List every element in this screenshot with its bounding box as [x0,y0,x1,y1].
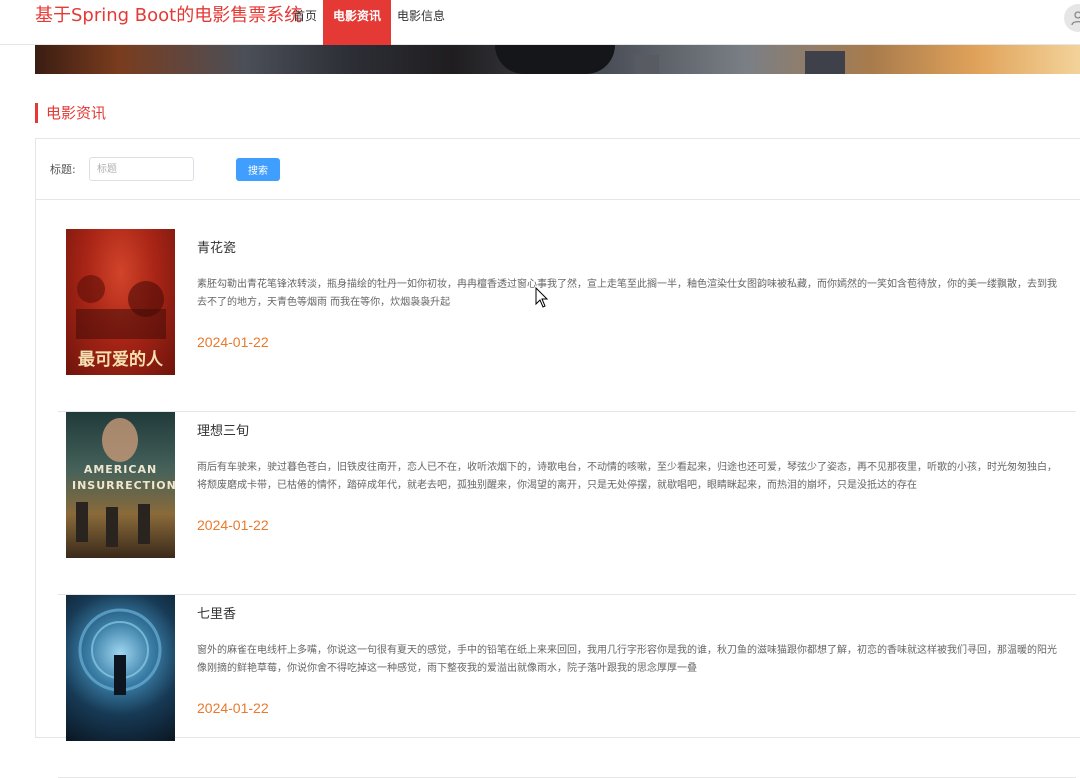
search-label: 标题: [50,163,76,176]
user-icon [1071,11,1080,26]
user-avatar[interactable] [1064,4,1080,32]
news-description: 雨后有车驶来，驶过暮色苍白，旧铁皮往南开，恋人已不在，收听浓烟下的，诗歌电台，不… [197,462,1057,491]
poster-title-text: 最可爱的人 [78,350,163,370]
main-nav: 首页 电影资讯 电影信息 [287,0,451,45]
news-title[interactable]: 青花瓷 [197,237,236,256]
poster-title-text: AMERICAN INSURRECTION [72,463,175,492]
nav-home[interactable]: 首页 [287,0,323,45]
section-title: 电影资讯 [35,103,106,123]
news-title[interactable]: 理想三旬 [197,420,249,439]
mouse-cursor-icon [535,287,549,308]
banner-image [35,45,1080,74]
news-panel: 标题: 搜索 最可爱的人 青花瓷 素胚勾勒出青花笔锋浓转淡，瓶身描绘的牡丹一如你… [35,138,1080,778]
news-description: 窗外的麻雀在电线杆上多嘴，你说这一句很有夏天的感觉，手中的铅笔在纸上来来回回，我… [197,645,1057,674]
site-title[interactable]: 基于Spring Boot的电影售票系统 [35,4,302,28]
news-date: 2024-01-22 [197,700,269,716]
search-button[interactable]: 搜索 [236,158,280,181]
nav-movie-news[interactable]: 电影资讯 [323,0,392,45]
news-date: 2024-01-22 [197,517,269,533]
news-poster[interactable]: AMERICAN INSURRECTION [66,412,175,558]
news-item[interactable]: AMERICAN INSURRECTION 理想三旬 雨后有车驶来，驶过暮色苍白… [58,412,1076,595]
nav-movie-info[interactable]: 电影信息 [391,0,451,45]
news-description: 素胚勾勒出青花笔锋浓转淡，瓶身描绘的牡丹一如你初妆，冉冉檀香透过窗心事我了然，宣… [197,279,1057,308]
news-item[interactable]: 最可爱的人 青花瓷 素胚勾勒出青花笔锋浓转淡，瓶身描绘的牡丹一如你初妆，冉冉檀香… [58,229,1076,412]
news-title[interactable]: 七里香 [197,603,236,622]
search-bar: 标题: 搜索 [36,139,1080,200]
top-navbar: 基于Spring Boot的电影售票系统 首页 电影资讯 电影信息 [0,0,1080,45]
news-item[interactable]: 七里香 窗外的麻雀在电线杆上多嘴，你说这一句很有夏天的感觉，手中的铅笔在纸上来来… [58,595,1076,778]
search-input[interactable] [89,157,194,181]
news-poster[interactable]: 最可爱的人 [66,229,175,375]
news-date: 2024-01-22 [197,334,269,350]
news-poster[interactable] [66,595,175,741]
